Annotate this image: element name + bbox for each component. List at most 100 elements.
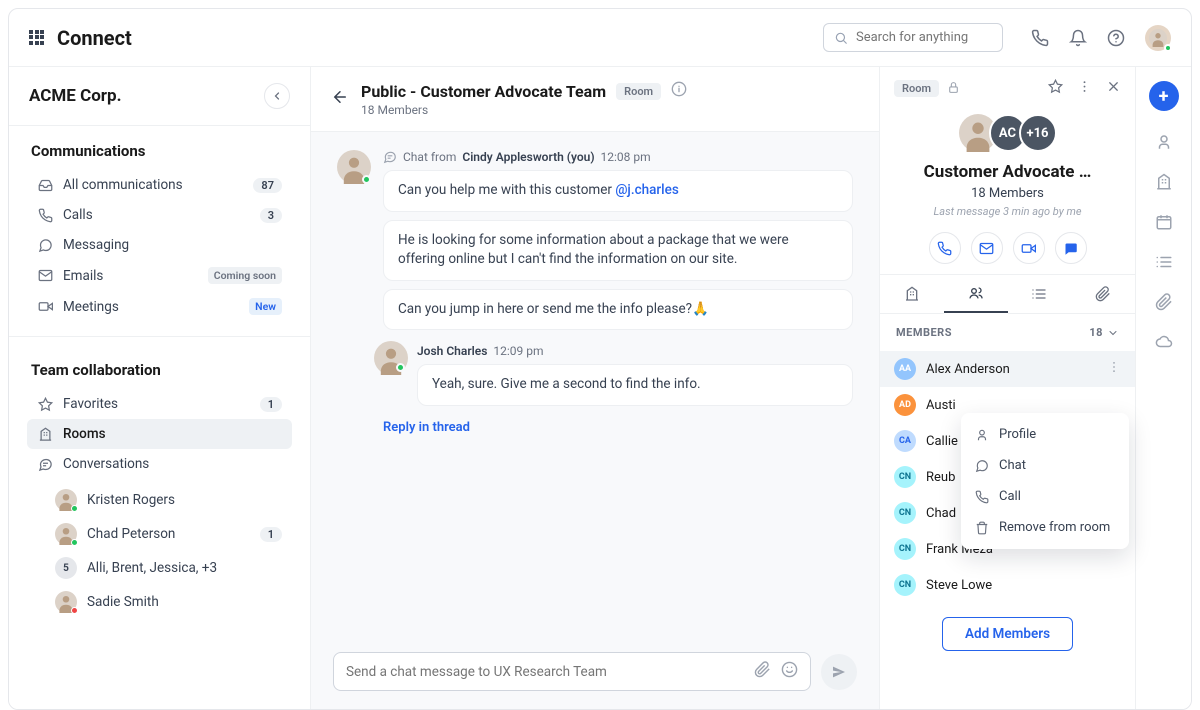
tab-tasks[interactable] [1008, 275, 1072, 313]
coming-soon-pill: Coming soon [208, 267, 282, 284]
section-title: Team collaboration [27, 361, 292, 379]
chat-panel: Public - Customer Advocate Team Room 18 … [311, 67, 879, 709]
reply-in-thread-link[interactable]: Reply in thread [383, 420, 853, 435]
conversation-item[interactable]: 5 Alli, Brent, Jessica, +3 [45, 551, 292, 585]
rail-cloud-icon[interactable] [1155, 333, 1173, 351]
member-context-menu: Profile Chat Call Remove from room [961, 413, 1129, 549]
mention[interactable]: @j.charles [615, 182, 678, 198]
composer-input[interactable] [346, 664, 744, 680]
attach-icon[interactable] [754, 661, 771, 682]
menu-item-profile[interactable]: Profile [961, 419, 1129, 450]
members-header: MEMBERS 18 [880, 314, 1135, 351]
message-block: Josh Charles 12:09 pm Yeah, sure. Give m… [377, 344, 853, 414]
phone-icon [37, 207, 53, 223]
member-more-icon[interactable] [1107, 360, 1121, 378]
chevron-down-icon[interactable] [1107, 327, 1119, 339]
sidebar-item-emails[interactable]: Emails Coming soon [27, 260, 292, 291]
call-action[interactable] [929, 232, 961, 264]
email-action[interactable] [971, 232, 1003, 264]
collapse-sidebar-button[interactable] [264, 83, 290, 109]
apps-grid-icon[interactable] [29, 30, 45, 46]
details-tabs [880, 274, 1135, 314]
close-icon[interactable] [1106, 79, 1121, 98]
rail-org-icon[interactable] [1155, 173, 1173, 191]
conversation-item[interactable]: Sadie Smith [45, 585, 292, 619]
avatar [55, 489, 77, 511]
details-top: Room [880, 67, 1135, 110]
video-action[interactable] [1013, 232, 1045, 264]
emoji: 🙏 [692, 301, 709, 317]
back-button[interactable] [331, 88, 349, 110]
member-row[interactable]: AAAlex Anderson [880, 351, 1135, 387]
star-icon[interactable] [1048, 79, 1063, 98]
message-bubble: Yeah, sure. Give me a second to find the… [417, 364, 853, 406]
chat-header: Public - Customer Advocate Team Room 18 … [311, 67, 879, 132]
details-panel: Room AC +16 Customer Advocate … 18 Membe… [879, 67, 1135, 709]
tab-members[interactable] [944, 275, 1008, 313]
building-icon [37, 426, 53, 442]
message-composer [333, 652, 857, 691]
trash-icon [975, 521, 989, 535]
conversation-item[interactable]: Kristen Rogers [45, 483, 292, 517]
sidebar-item-meetings[interactable]: Meetings New [27, 291, 292, 322]
tab-files[interactable] [1071, 275, 1135, 313]
count-badge: 1 [260, 397, 282, 412]
stack-more: +16 [1019, 114, 1057, 152]
sidebar-item-rooms[interactable]: Rooms [27, 419, 292, 449]
help-icon[interactable] [1107, 29, 1125, 47]
chat-action[interactable] [1055, 232, 1087, 264]
add-members: Add Members [942, 617, 1073, 651]
chat-messages: Chat from Cindy Applesworth (you) 12:08 … [311, 132, 879, 638]
conversation-item[interactable]: Chad Peterson 1 [45, 517, 292, 551]
message-meta: Chat from Cindy Applesworth (you) 12:08 … [383, 150, 853, 164]
member-row[interactable]: CNSteve Lowe [880, 567, 1135, 603]
bell-icon[interactable] [1069, 29, 1087, 47]
rail-files-icon[interactable] [1155, 293, 1173, 311]
menu-item-chat[interactable]: Chat [961, 450, 1129, 481]
global-search[interactable] [823, 23, 1003, 52]
user-icon [975, 428, 989, 442]
chat-title: Public - Customer Advocate Team [361, 82, 606, 101]
message-avatar [337, 150, 371, 184]
menu-item-call[interactable]: Call [961, 481, 1129, 512]
sidebar-item-all-communications[interactable]: All communications 87 [27, 170, 292, 200]
app-window: Connect ACME Corp. Communications All [8, 8, 1192, 710]
rail-calendar-icon[interactable] [1155, 213, 1173, 231]
left-sidebar: ACME Corp. Communications All communicat… [9, 67, 311, 709]
rail-contacts-icon[interactable] [1155, 133, 1173, 151]
sidebar-item-messaging[interactable]: Messaging [27, 230, 292, 260]
tab-org[interactable] [880, 275, 944, 313]
composer-input-wrap[interactable] [333, 652, 811, 691]
chat-icon [37, 237, 53, 253]
new-pill: New [249, 298, 282, 315]
quick-actions [880, 232, 1135, 264]
search-icon [834, 31, 848, 45]
info-icon[interactable] [671, 81, 687, 101]
search-input[interactable] [856, 30, 992, 45]
message-avatar [377, 344, 405, 372]
room-tag: Room [616, 83, 661, 100]
message-bubble: He is looking for some information about… [383, 220, 853, 281]
avatar [55, 523, 77, 545]
phone-icon[interactable] [1031, 29, 1049, 47]
sidebar-item-favorites[interactable]: Favorites 1 [27, 389, 292, 419]
count-badge: 1 [260, 527, 282, 542]
user-avatar[interactable] [1145, 25, 1171, 51]
avatar [55, 591, 77, 613]
add-members-button[interactable]: Add Members [942, 617, 1073, 651]
sidebar-item-conversations[interactable]: Conversations [27, 449, 292, 479]
send-button[interactable] [821, 654, 857, 690]
group-avatar: 5 [55, 557, 77, 579]
count-badge: 3 [260, 208, 282, 223]
emoji-icon[interactable] [781, 661, 798, 682]
menu-item-remove[interactable]: Remove from room [961, 512, 1129, 543]
sidebar-section-team: Team collaboration Favorites 1 Rooms Con… [9, 345, 310, 625]
lock-icon [947, 79, 960, 98]
new-button[interactable]: + [1149, 81, 1179, 111]
sidebar-item-calls[interactable]: Calls 3 [27, 200, 292, 230]
rail-tasks-icon[interactable] [1155, 253, 1173, 271]
more-icon[interactable] [1077, 79, 1092, 98]
message-meta: Josh Charles 12:09 pm [417, 344, 853, 358]
workspace-name: ACME Corp. [29, 86, 122, 106]
phone-icon [975, 490, 989, 504]
